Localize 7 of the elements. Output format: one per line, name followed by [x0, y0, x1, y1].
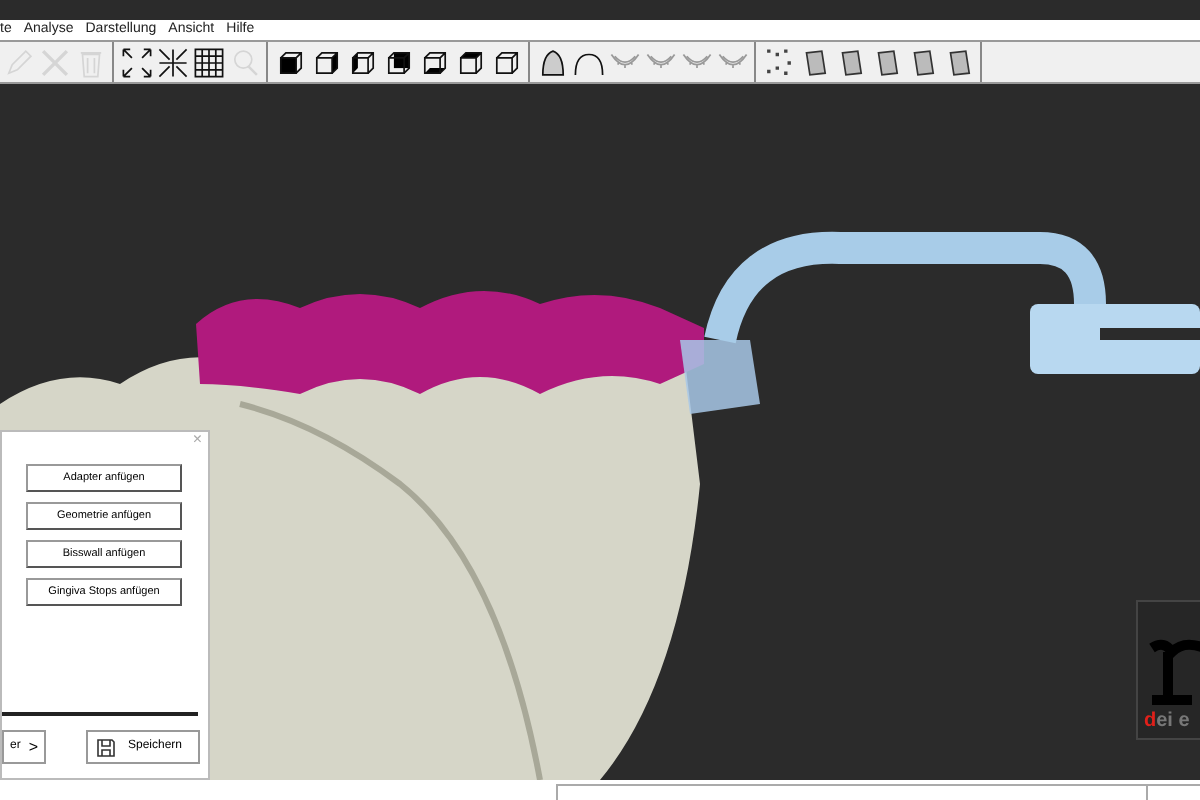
grid-icon [191, 45, 225, 79]
logo-text: dei e [1144, 712, 1192, 732]
cross-icon [37, 45, 71, 79]
dots-icon [761, 45, 795, 79]
compress-icon [155, 45, 189, 79]
expand-icon [119, 45, 153, 79]
pencil-icon [1, 45, 35, 79]
